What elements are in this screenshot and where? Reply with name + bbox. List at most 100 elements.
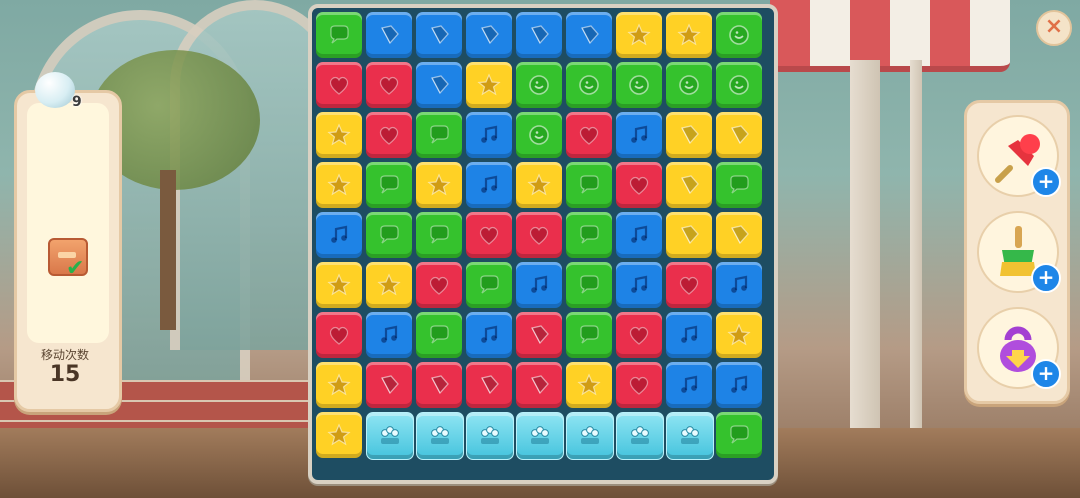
board-tile-yellow-star[interactable] [566, 362, 612, 408]
board-tile-green-smile[interactable] [716, 12, 762, 58]
board-tile-red-kite[interactable] [466, 362, 512, 408]
board-tile-yellow-star[interactable] [316, 262, 362, 308]
board-tile-green-smile[interactable] [516, 62, 562, 108]
star-icon [427, 173, 451, 196]
board-tile-yellow-star[interactable] [516, 162, 562, 208]
board-tile-red-kite[interactable] [366, 362, 412, 408]
add-kettlebell-button[interactable]: + [1031, 359, 1061, 389]
board-tile-green-smile[interactable] [666, 62, 712, 108]
heart-icon [629, 376, 649, 395]
kite-icon [681, 175, 699, 195]
note-icon [731, 375, 748, 393]
board-tile-blue-note[interactable] [716, 262, 762, 308]
close-button[interactable]: × [1036, 10, 1072, 46]
board-tile-yellow-star[interactable] [316, 112, 362, 158]
board-tile-green-speech[interactable] [366, 212, 412, 258]
board-tile-green-smile[interactable] [716, 62, 762, 108]
booster-broom[interactable]: + [977, 211, 1061, 293]
board-tile-yellow-star[interactable] [716, 312, 762, 358]
heart-icon [629, 326, 649, 345]
board-tile-red-heart[interactable] [316, 312, 362, 358]
board-tile-blue-note[interactable] [316, 212, 362, 258]
board-tile-red-kite[interactable] [416, 362, 462, 408]
board-tile-ice-crate[interactable] [466, 412, 514, 460]
board-tile-yellow-kite[interactable] [666, 112, 712, 158]
board-tile-green-speech[interactable] [566, 162, 612, 208]
board-tile-green-speech[interactable] [466, 262, 512, 308]
star-icon [327, 423, 351, 446]
board-tile-ice-crate[interactable] [516, 412, 564, 460]
board-tile-green-speech[interactable] [566, 212, 612, 258]
board-tile-green-speech[interactable] [366, 162, 412, 208]
board-tile-yellow-kite[interactable] [666, 212, 712, 258]
booster-kettlebell[interactable]: + [977, 307, 1061, 389]
board-tile-blue-kite[interactable] [366, 12, 412, 58]
note-icon [331, 225, 348, 243]
board-tile-green-speech[interactable] [566, 312, 612, 358]
board-tile-green-speech[interactable] [416, 112, 462, 158]
board-tile-green-smile[interactable] [516, 112, 562, 158]
board-tile-green-speech[interactable] [716, 412, 762, 458]
board-tile-blue-note[interactable] [466, 312, 512, 358]
board-tile-red-kite[interactable] [516, 362, 562, 408]
board-tile-ice-crate[interactable] [366, 412, 414, 460]
board-tile-yellow-kite[interactable] [716, 112, 762, 158]
board-tile-blue-kite[interactable] [516, 12, 562, 58]
board-tile-blue-note[interactable] [616, 262, 662, 308]
board-tile-yellow-star[interactable] [316, 412, 362, 458]
board-tile-yellow-kite[interactable] [716, 212, 762, 258]
board-tile-red-heart[interactable] [366, 112, 412, 158]
board-tile-red-heart[interactable] [616, 162, 662, 208]
board-tile-red-heart[interactable] [516, 212, 562, 258]
board-tile-yellow-kite[interactable] [666, 162, 712, 208]
board-tile-blue-note[interactable] [666, 362, 712, 408]
board-tile-blue-kite[interactable] [416, 62, 462, 108]
board-tile-yellow-star[interactable] [666, 12, 712, 58]
board-tile-blue-note[interactable] [666, 312, 712, 358]
board-tile-red-heart[interactable] [616, 362, 662, 408]
board-tile-red-kite[interactable] [516, 312, 562, 358]
note-icon [631, 225, 648, 243]
kite-icon [481, 375, 499, 395]
board-tile-green-speech[interactable] [416, 312, 462, 358]
board-tile-yellow-star[interactable] [366, 262, 412, 308]
board-tile-blue-note[interactable] [616, 112, 662, 158]
board-tile-blue-note[interactable] [716, 362, 762, 408]
board-tile-blue-note[interactable] [466, 112, 512, 158]
board-tile-blue-note[interactable] [516, 262, 562, 308]
board-tile-yellow-star[interactable] [416, 162, 462, 208]
board-tile-red-heart[interactable] [666, 262, 712, 308]
board-tile-yellow-star[interactable] [616, 12, 662, 58]
board-tile-red-heart[interactable] [566, 112, 612, 158]
board-tile-red-heart[interactable] [316, 62, 362, 108]
board-tile-green-smile[interactable] [616, 62, 662, 108]
board-tile-green-speech[interactable] [316, 12, 362, 58]
boosters-panel: + + + [964, 100, 1070, 404]
board-tile-ice-crate[interactable] [416, 412, 464, 460]
board-tile-yellow-star[interactable] [316, 162, 362, 208]
board-tile-red-heart[interactable] [466, 212, 512, 258]
board-tile-green-speech[interactable] [716, 162, 762, 208]
booster-pushpin[interactable]: + [977, 115, 1061, 197]
board-tile-ice-crate[interactable] [616, 412, 664, 460]
board-tile-blue-note[interactable] [466, 162, 512, 208]
board-tile-red-heart[interactable] [616, 312, 662, 358]
board-tile-blue-note[interactable] [616, 212, 662, 258]
board-tile-blue-kite[interactable] [416, 12, 462, 58]
board-tile-yellow-star[interactable] [466, 62, 512, 108]
board-tile-red-heart[interactable] [416, 262, 462, 308]
add-pushpin-button[interactable]: + [1031, 167, 1061, 197]
game-board[interactable] [308, 4, 778, 484]
board-tile-blue-kite[interactable] [466, 12, 512, 58]
board-tile-ice-crate[interactable] [566, 412, 614, 460]
board-tile-green-smile[interactable] [566, 62, 612, 108]
board-tile-red-heart[interactable] [366, 62, 412, 108]
board-tile-green-speech[interactable] [566, 262, 612, 308]
board-tile-green-speech[interactable] [416, 212, 462, 258]
add-broom-button[interactable]: + [1031, 263, 1061, 293]
heart-icon [379, 76, 399, 95]
board-tile-blue-kite[interactable] [566, 12, 612, 58]
board-tile-ice-crate[interactable] [666, 412, 714, 460]
board-tile-blue-note[interactable] [366, 312, 412, 358]
board-tile-yellow-star[interactable] [316, 362, 362, 408]
